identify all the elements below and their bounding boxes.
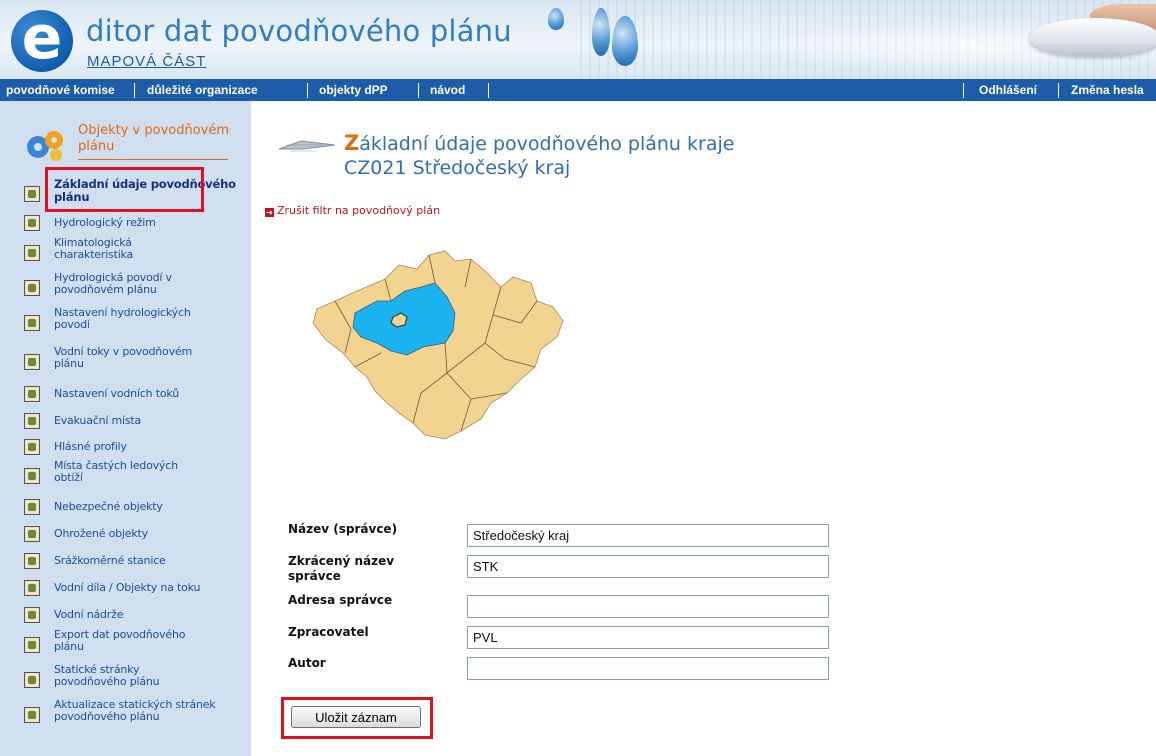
page-icon <box>24 439 40 455</box>
page-icon <box>24 672 40 688</box>
sidebar-item-label: Vodní díla / Objekty na toku <box>54 581 201 594</box>
sidebar-item-label: Vodní toky v povodňovém plánu <box>54 345 192 370</box>
page-title-initial: Z <box>344 131 360 155</box>
sidebar-item-label: Nastavení vodních toků <box>54 387 179 400</box>
autor-input[interactable] <box>467 657 829 680</box>
nav-povodnove-komise[interactable]: povodňové komise <box>6 79 115 101</box>
nav-objekty-dpp[interactable]: objekty dPP <box>319 79 388 101</box>
water-drop-icon <box>592 8 610 56</box>
app-title: ditor dat povodňového plánu <box>86 14 512 48</box>
nav-separator <box>488 83 489 98</box>
page-icon <box>24 315 40 331</box>
region-map[interactable] <box>295 243 615 453</box>
sidebar-item-label: Hlásné profily <box>54 440 127 453</box>
page-icon <box>24 553 40 569</box>
page-icon <box>24 499 40 515</box>
sidebar-item-label: Klimatologická charakteristika <box>54 236 134 261</box>
app-subtitle-link[interactable]: MAPOVÁ ČÁST <box>87 53 206 70</box>
label-nazev-spravce: Název (správce) <box>288 522 398 536</box>
nav-dulezite-organizace[interactable]: důležité organizace <box>147 79 258 101</box>
nav-separator <box>307 83 308 98</box>
map-czech-republic <box>312 250 564 440</box>
sidebar-item-label: Místa častých ledových obtíží <box>54 459 178 484</box>
page-icon <box>24 580 40 596</box>
label-adresa-spravce: Adresa správce <box>288 593 393 607</box>
page-icon <box>24 215 40 231</box>
top-navigation: povodňové komise důležité organizace obj… <box>0 79 1156 101</box>
main-content: Základní údaje povodňového plánu kraje C… <box>251 101 1156 756</box>
sidebar-item-label: Statické stránky povodňového plánu <box>54 663 160 688</box>
sidebar-item-label: Nebezpečné objekty <box>54 500 163 513</box>
sidebar-heading-divider <box>78 159 228 160</box>
sidebar-item-label: Nastavení hydrologických povodí <box>54 306 191 331</box>
app-header: e ditor dat povodňového plánu MAPOVÁ ČÁS… <box>0 0 1156 79</box>
page-icon <box>24 186 40 202</box>
sidebar-heading: Objekty v povodňovém plánu <box>78 123 230 154</box>
sidebar-item-label: Hydrologická povodí v povodňovém plánu <box>54 271 172 296</box>
water-drop-icon <box>548 8 564 30</box>
sidebar-item-label: Evakuační místa <box>54 414 142 427</box>
page-icon <box>24 354 40 370</box>
nav-separator <box>134 83 135 98</box>
page-icon <box>24 468 40 484</box>
nav-separator <box>418 83 419 98</box>
sidebar-item-label: Export dat povodňového plánu <box>54 628 186 653</box>
nav-odhlaseni[interactable]: Odhlášení <box>979 79 1037 101</box>
zkraceny-nazev-input[interactable] <box>467 555 829 578</box>
page-icon <box>24 386 40 402</box>
highlight-box-save <box>281 697 433 739</box>
page-title-region: CZ021 Středočeský kraj <box>344 157 571 179</box>
page-icon <box>24 413 40 429</box>
sidebar-item-label: Srážkoměrné stanice <box>54 554 166 567</box>
nazev-spravce-input[interactable] <box>467 524 829 547</box>
label-autor: Autor <box>288 656 326 670</box>
label-zkraceny-nazev: Zkrácený název správce <box>288 554 395 583</box>
arrow-right-icon: ➜ <box>265 208 274 217</box>
adresa-spravce-input[interactable] <box>467 595 829 618</box>
zpracovatel-input[interactable] <box>467 626 829 649</box>
sidebar-item-label: Hydrologický režim <box>54 216 156 229</box>
cancel-filter-label: Zrušit filtr na povodňový plán <box>277 204 441 217</box>
pen-icon <box>278 140 336 152</box>
app-logo: e <box>11 8 73 72</box>
gears-icon <box>27 131 63 161</box>
nav-separator <box>963 83 964 98</box>
water-drop-icon <box>612 16 638 66</box>
nav-navod[interactable]: návod <box>430 79 465 101</box>
sidebar-item-label: Aktualizace statických stránek povodňové… <box>54 698 216 723</box>
page-title: Základní údaje povodňového plánu kraje C… <box>344 131 904 180</box>
page-icon <box>24 526 40 542</box>
page-title-text: ákladní údaje povodňového plánu kraje <box>359 133 735 155</box>
nav-separator <box>1058 83 1059 98</box>
computer-mouse-image <box>1030 18 1156 56</box>
highlight-box-sidebar <box>45 167 204 212</box>
sidebar-item-label: Vodní nádrže <box>54 608 124 621</box>
cancel-filter-link[interactable]: ➜ Zrušit filtr na povodňový plán <box>265 204 440 217</box>
page-icon <box>24 245 40 261</box>
page-icon <box>24 607 40 623</box>
page-icon <box>24 637 40 653</box>
page-icon <box>24 280 40 296</box>
page-icon <box>24 707 40 723</box>
label-zpracovatel: Zpracovatel <box>288 625 369 639</box>
nav-zmena-hesla[interactable]: Změna hesla <box>1071 79 1144 101</box>
sidebar-item-label: Ohrožené objekty <box>54 527 148 540</box>
